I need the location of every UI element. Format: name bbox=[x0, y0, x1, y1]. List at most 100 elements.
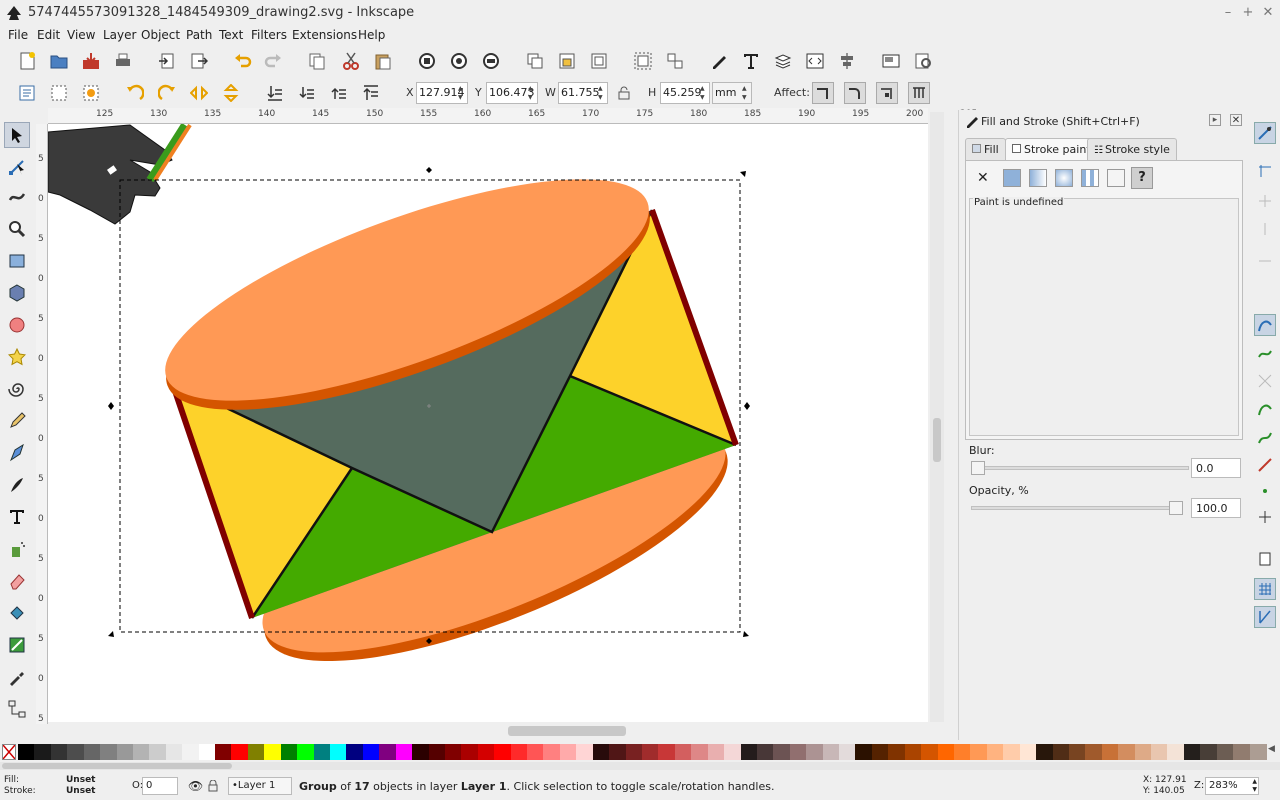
palette-swatch[interactable] bbox=[1216, 744, 1234, 760]
palette-swatch[interactable] bbox=[937, 744, 955, 760]
deselect-icon[interactable] bbox=[80, 82, 102, 104]
palette-swatch[interactable] bbox=[970, 744, 988, 760]
no-paint-button[interactable]: ✕ bbox=[977, 170, 989, 186]
maximize-button[interactable]: + bbox=[1240, 5, 1256, 21]
zoom-input[interactable]: 283% ▲ ▼ bbox=[1205, 777, 1259, 795]
eraser-tool-icon[interactable] bbox=[4, 568, 30, 594]
palette-swatch[interactable] bbox=[789, 744, 807, 760]
opacity-slider-handle[interactable] bbox=[1169, 501, 1183, 515]
cut-icon[interactable] bbox=[340, 50, 362, 72]
palette-swatch[interactable] bbox=[609, 744, 627, 760]
select-all-icon[interactable] bbox=[16, 82, 38, 104]
palette-swatch[interactable] bbox=[1118, 744, 1136, 760]
tab-stroke-style[interactable]: ☷ Stroke style bbox=[1087, 138, 1177, 160]
menu-text[interactable]: Text bbox=[219, 28, 243, 42]
menu-path[interactable]: Path bbox=[186, 28, 212, 42]
snap-guides-icon[interactable] bbox=[1254, 606, 1276, 628]
raise-to-top-icon[interactable] bbox=[360, 82, 382, 104]
snap-cusp-nodes-icon[interactable] bbox=[1254, 398, 1276, 420]
palette-swatch[interactable] bbox=[592, 744, 610, 760]
palette-swatch[interactable] bbox=[1052, 744, 1070, 760]
opacity-input[interactable]: 100.0 bbox=[1191, 498, 1241, 518]
palette-swatch[interactable] bbox=[1200, 744, 1218, 760]
palette-swatch[interactable] bbox=[165, 744, 183, 760]
snap-intersections-icon[interactable] bbox=[1254, 370, 1276, 392]
palette-swatch[interactable] bbox=[773, 744, 791, 760]
node-tool-icon[interactable] bbox=[4, 154, 30, 180]
palette-swatch[interactable] bbox=[313, 744, 331, 760]
star-tool-icon[interactable] bbox=[4, 344, 30, 370]
affect-gradients-icon[interactable] bbox=[876, 82, 898, 104]
rotate-cw-icon[interactable] bbox=[156, 82, 178, 104]
drawing-canvas[interactable] bbox=[48, 124, 928, 722]
palette-swatch[interactable] bbox=[954, 744, 971, 760]
tab-fill[interactable]: Fill bbox=[965, 138, 1006, 160]
radial-gradient-button[interactable] bbox=[1055, 169, 1073, 187]
palette-swatch[interactable] bbox=[330, 744, 347, 760]
text-font-icon[interactable] bbox=[740, 50, 762, 72]
palette-swatch[interactable] bbox=[412, 744, 430, 760]
save-icon[interactable] bbox=[80, 50, 102, 72]
palette-swatch[interactable] bbox=[1101, 744, 1119, 760]
close-window-button[interactable]: ✕ bbox=[1260, 5, 1276, 21]
palette-swatch[interactable] bbox=[198, 744, 216, 760]
palette-swatch[interactable] bbox=[297, 744, 315, 760]
pen-tool-icon[interactable] bbox=[4, 440, 30, 466]
ellipse-tool-icon[interactable] bbox=[4, 312, 30, 338]
palette-swatch[interactable] bbox=[34, 744, 52, 760]
palette-swatch[interactable] bbox=[83, 744, 101, 760]
linear-gradient-button[interactable] bbox=[1029, 169, 1047, 187]
palette-swatch[interactable] bbox=[428, 744, 446, 760]
palette-swatch[interactable] bbox=[461, 744, 479, 760]
palette-swatch[interactable] bbox=[379, 744, 397, 760]
palette-swatch[interactable] bbox=[444, 744, 462, 760]
snap-bbox-edges-icon[interactable] bbox=[1254, 190, 1276, 212]
palette-swatch[interactable] bbox=[543, 744, 561, 760]
palette-swatch[interactable] bbox=[510, 744, 528, 760]
flip-horizontal-icon[interactable] bbox=[188, 82, 210, 104]
menu-file[interactable]: File bbox=[8, 28, 28, 42]
gradient-tool-icon[interactable] bbox=[4, 632, 30, 658]
zoom-page-icon[interactable] bbox=[480, 50, 502, 72]
duplicate-icon[interactable] bbox=[524, 50, 546, 72]
clone-icon[interactable] bbox=[556, 50, 578, 72]
palette-swatch[interactable] bbox=[855, 744, 873, 760]
zoom-selection-icon[interactable] bbox=[416, 50, 438, 72]
palette-swatch[interactable] bbox=[559, 744, 577, 760]
palette-swatch[interactable] bbox=[280, 744, 298, 760]
dock-close-icon[interactable]: ✕ bbox=[1230, 114, 1242, 126]
paint-bucket-tool-icon[interactable] bbox=[4, 600, 30, 626]
unit-dropdown-icon[interactable]: ▲ ▼ bbox=[742, 84, 750, 102]
palette-swatch[interactable] bbox=[756, 744, 774, 760]
toggle-visibility-icon[interactable]: 👁 bbox=[188, 779, 203, 793]
palette-scroll-thumb[interactable] bbox=[2, 763, 232, 769]
print-icon[interactable] bbox=[112, 50, 134, 72]
dock-collapse-icon[interactable]: ▸ bbox=[1209, 114, 1221, 126]
palette-swatch[interactable] bbox=[625, 744, 643, 760]
blur-input[interactable]: 0.0 bbox=[1191, 458, 1241, 478]
toggle-lock-icon[interactable] bbox=[208, 780, 218, 792]
zoom-drawing-icon[interactable] bbox=[448, 50, 470, 72]
palette-swatch[interactable] bbox=[1233, 744, 1251, 760]
zoom-tool-icon[interactable] bbox=[4, 216, 30, 242]
x-stepper-icon[interactable]: ▲ ▼ bbox=[458, 84, 466, 102]
lower-to-bottom-icon[interactable] bbox=[264, 82, 286, 104]
y-stepper-icon[interactable]: ▲ ▼ bbox=[528, 84, 536, 102]
preferences-icon[interactable] bbox=[912, 50, 934, 72]
spiral-tool-icon[interactable] bbox=[4, 376, 30, 402]
align-distribute-icon[interactable] bbox=[836, 50, 858, 72]
palette-swatch[interactable] bbox=[658, 744, 676, 760]
tweak-tool-icon[interactable] bbox=[4, 184, 30, 210]
snap-bbox-corners-icon[interactable] bbox=[1254, 218, 1276, 240]
palette-swatch[interactable] bbox=[1249, 744, 1267, 760]
opacity-status-input[interactable]: 0 bbox=[142, 777, 178, 795]
new-document-icon[interactable] bbox=[16, 50, 38, 72]
palette-swatch[interactable] bbox=[822, 744, 840, 760]
ungroup-icon[interactable] bbox=[664, 50, 686, 72]
flip-vertical-icon[interactable] bbox=[220, 82, 242, 104]
snap-paths-icon[interactable] bbox=[1254, 342, 1276, 364]
menu-help[interactable]: Help bbox=[358, 28, 385, 42]
pattern-button[interactable] bbox=[1107, 169, 1125, 187]
raise-icon[interactable] bbox=[328, 82, 350, 104]
palette-swatch[interactable] bbox=[231, 744, 249, 760]
